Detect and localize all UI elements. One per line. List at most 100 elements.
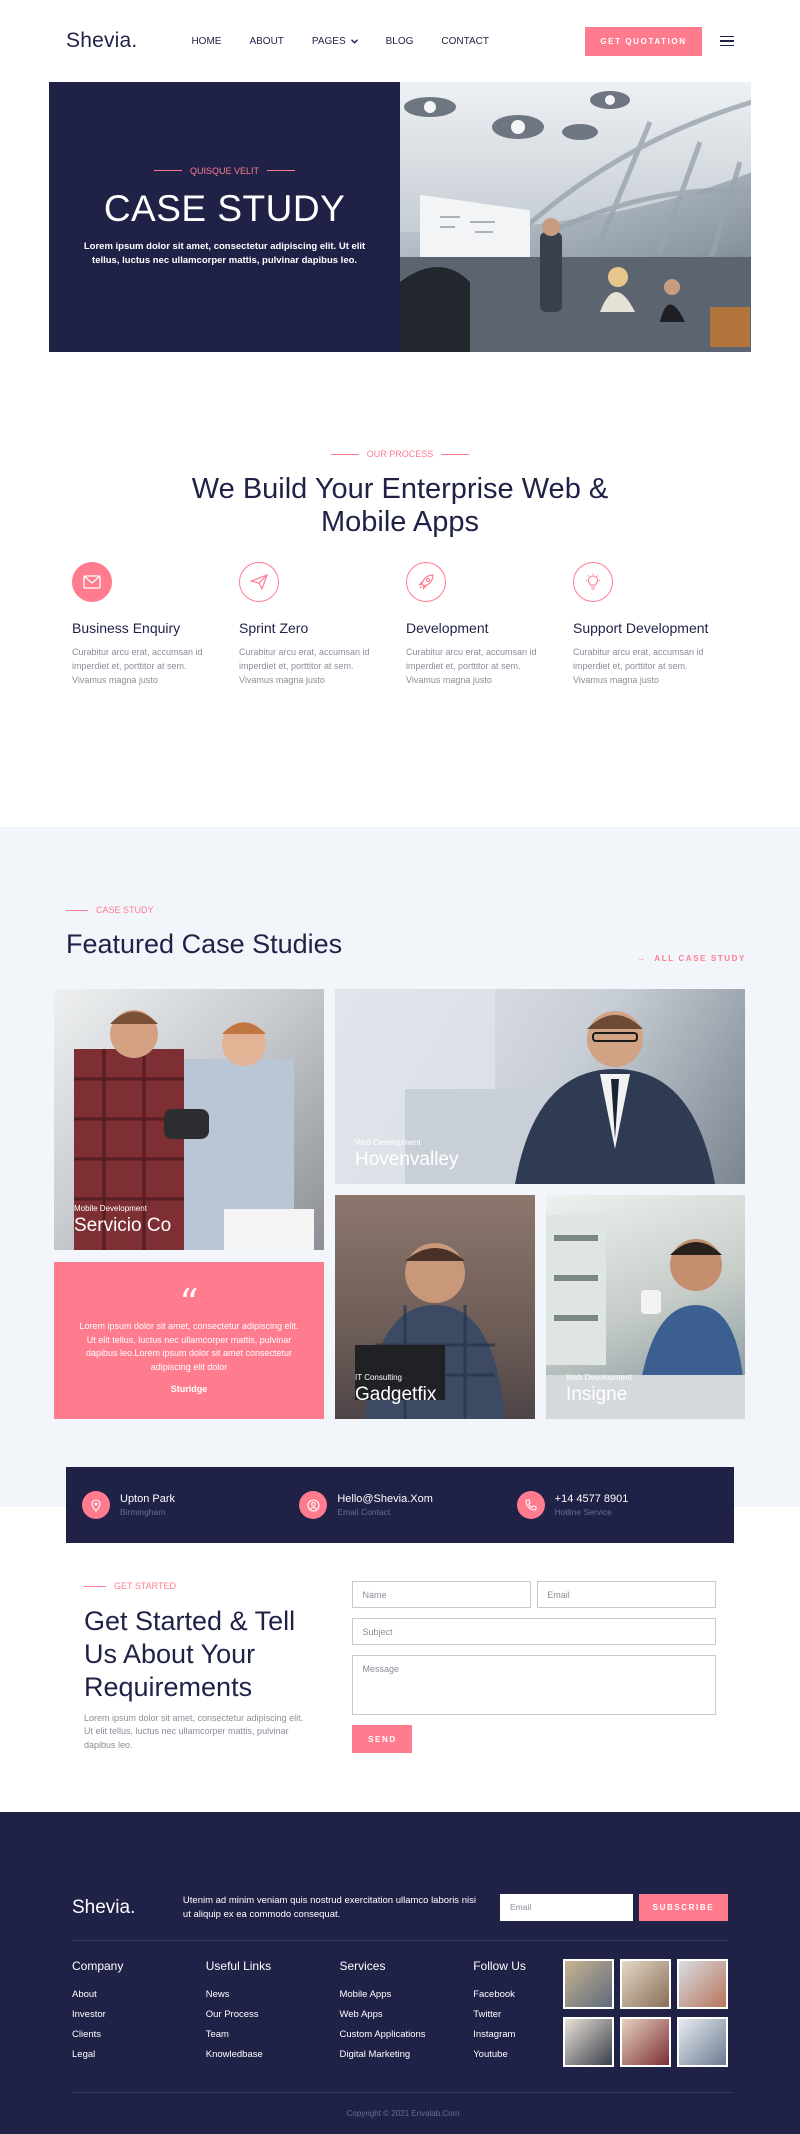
nav-contact[interactable]: CONTACT xyxy=(441,36,489,47)
hero-office-meeting-image xyxy=(400,82,751,352)
get-started-text: GET STARTED Get Started & Tell Us About … xyxy=(84,1581,312,1812)
quote-mark-icon: “ xyxy=(179,1281,199,1325)
case-category: Mobile Development xyxy=(74,1204,147,1213)
footer-link[interactable]: Knowledbase xyxy=(206,2049,340,2060)
paper-plane-icon xyxy=(239,561,279,602)
footer-logo[interactable]: Shevia. xyxy=(72,1897,183,1919)
case-category: Web Development xyxy=(566,1373,632,1382)
footer-link[interactable]: Web Apps xyxy=(339,2009,473,2020)
case-caption: IT Consulting Gadgetfix xyxy=(355,1373,436,1406)
arrow-right-icon: → xyxy=(637,954,647,963)
email-field[interactable]: Email xyxy=(537,1581,717,1608)
case-studies-eyebrow: CASE STUDY xyxy=(66,905,342,915)
process-title-line-1: We Build Your Enterprise Web & xyxy=(191,473,609,505)
message-field[interactable]: Message xyxy=(352,1655,716,1715)
process-step: Sprint Zero Curabitur arcu erat, accumsa… xyxy=(239,561,406,688)
footer-link[interactable]: Our Process xyxy=(206,2009,340,2020)
nav-home[interactable]: HOME xyxy=(191,36,221,47)
contact-phone: +14 4577 8901 Hotline Service xyxy=(516,1491,734,1519)
nav-pages-label: PAGES xyxy=(311,35,346,47)
subscribe-button[interactable]: SUBSCRIBE xyxy=(638,1894,728,1922)
form-row: Name Email xyxy=(352,1581,717,1608)
footer-link[interactable]: Facebook xyxy=(473,1989,563,2000)
gallery-thumbnail[interactable] xyxy=(620,1958,672,2009)
footer-column-title: Company xyxy=(72,1958,124,1973)
footer-link[interactable]: Team xyxy=(206,2029,340,2040)
contact-title[interactable]: Hello@Shevia.Xom xyxy=(337,1493,433,1505)
site-header: Shevia. HOME ABOUT PAGES BLOG CONTACT GE… xyxy=(0,0,800,82)
gallery-thumbnail[interactable] xyxy=(563,1958,615,2009)
name-field[interactable]: Name xyxy=(352,1581,532,1608)
footer-link[interactable]: News xyxy=(206,1989,340,2000)
location-pin-icon xyxy=(82,1491,110,1519)
footer-link[interactable]: Youtube xyxy=(473,2049,563,2060)
footer-column-follow-us: Follow Us Facebook Twitter Instagram You… xyxy=(473,1959,563,2069)
footer-columns: Company About Investor Clients Legal Use… xyxy=(72,1941,729,2069)
all-case-study-link[interactable]: → ALL CASE STUDY xyxy=(637,954,746,963)
case-name: Hovenvalley xyxy=(355,1149,459,1170)
footer-link[interactable]: About xyxy=(72,1989,206,2000)
footer-column-company: Company About Investor Clients Legal xyxy=(72,1959,206,2069)
site-logo[interactable]: Shevia. xyxy=(66,29,137,53)
gallery-thumbnail[interactable] xyxy=(677,1958,729,2009)
case-category: IT Consulting xyxy=(355,1373,402,1382)
footer-column-useful-links: Useful Links News Our Process Team Knowl… xyxy=(206,1959,340,2069)
testimonial-text: Lorem ipsum dolor sit amet, consectetur … xyxy=(79,1321,299,1372)
footer-link[interactable]: Investor xyxy=(72,2009,206,2020)
envelope-icon xyxy=(72,561,112,602)
footer-link[interactable]: Mobile Apps xyxy=(339,1989,473,2000)
hamburger-menu-icon[interactable] xyxy=(720,35,734,47)
form-row: Message xyxy=(352,1655,716,1715)
chevron-down-icon xyxy=(350,38,358,44)
case-studies-title: Featured Case Studies xyxy=(66,929,343,959)
nav-about[interactable]: ABOUT xyxy=(249,36,283,47)
contact-email: Hello@Shevia.Xom Email Contact xyxy=(299,1491,516,1519)
testimonial-author: Sturidge xyxy=(170,1384,208,1394)
footer-link[interactable]: Twitter xyxy=(473,2009,563,2020)
gallery-thumbnail[interactable] xyxy=(620,2016,672,2067)
hero-text-panel: QUISQUE VELIT CASE STUDY Lorem ipsum dol… xyxy=(49,82,401,352)
step-text: Curabitur arcu erat, accumsan id imperdi… xyxy=(239,646,370,685)
footer-link[interactable]: Clients xyxy=(72,2029,206,2040)
nav-blog[interactable]: BLOG xyxy=(386,36,414,47)
contact-sub: Birmingham xyxy=(120,1507,166,1517)
nav-pages[interactable]: PAGES xyxy=(312,36,358,47)
gallery-thumbnail[interactable] xyxy=(563,2016,615,2067)
footer-link[interactable]: Digital Marketing xyxy=(339,2049,473,2060)
send-button[interactable]: SEND xyxy=(352,1725,413,1753)
footer-column-title: Useful Links xyxy=(205,1958,272,1973)
process-section: OUR PROCESS We Build Your Enterprise Web… xyxy=(0,352,800,827)
get-quotation-button[interactable]: GET QUOTATION xyxy=(585,26,702,56)
process-title: We Build Your Enterprise Web & Mobile Ap… xyxy=(0,473,800,540)
footer-gallery xyxy=(563,1958,729,2069)
footer-link[interactable]: Legal xyxy=(72,2049,206,2060)
step-title: Business Enquiry xyxy=(72,619,181,636)
case-name: Gadgetfix xyxy=(355,1384,437,1405)
contact-title: Upton Park xyxy=(120,1493,176,1505)
case-name: Insigne xyxy=(566,1384,628,1405)
case-category: Web Development xyxy=(355,1138,421,1147)
case-card[interactable]: Mobile Development Servicio Co xyxy=(54,989,324,1250)
case-caption: Web Development Insigne xyxy=(566,1373,632,1406)
footer-link[interactable]: Instagram xyxy=(473,2029,563,2040)
hero-description: Lorem ipsum dolor sit amet, consectetur … xyxy=(83,240,366,266)
hero-image-illustration xyxy=(400,82,751,352)
footer-link[interactable]: Custom Applications xyxy=(339,2029,473,2040)
case-card[interactable]: Web Development Insigne xyxy=(546,1195,745,1419)
gallery-thumbnail[interactable] xyxy=(677,2016,729,2067)
step-title: Support Development xyxy=(573,619,709,636)
step-title: Sprint Zero xyxy=(239,619,309,636)
subject-field[interactable]: Subject xyxy=(352,1618,716,1645)
footer-column-title: Services xyxy=(339,1958,386,1973)
case-card[interactable]: Web Development Hovenvalley xyxy=(335,989,745,1184)
phone-icon xyxy=(516,1491,545,1519)
contact-title[interactable]: +14 4577 8901 xyxy=(555,1493,629,1505)
hero-eyebrow: QUISQUE VELIT xyxy=(154,166,295,176)
newsletter-email-input[interactable]: Email xyxy=(499,1894,633,1922)
page-title: CASE STUDY xyxy=(103,187,346,229)
testimonial-card: “ Lorem ipsum dolor sit amet, consectetu… xyxy=(54,1262,324,1419)
case-card[interactable]: IT Consulting Gadgetfix xyxy=(335,1195,535,1419)
step-text: Curabitur arcu erat, accumsan id imperdi… xyxy=(72,646,203,685)
process-step: Development Curabitur arcu erat, accumsa… xyxy=(406,561,573,688)
contact-sub: Email Contact xyxy=(337,1507,391,1517)
